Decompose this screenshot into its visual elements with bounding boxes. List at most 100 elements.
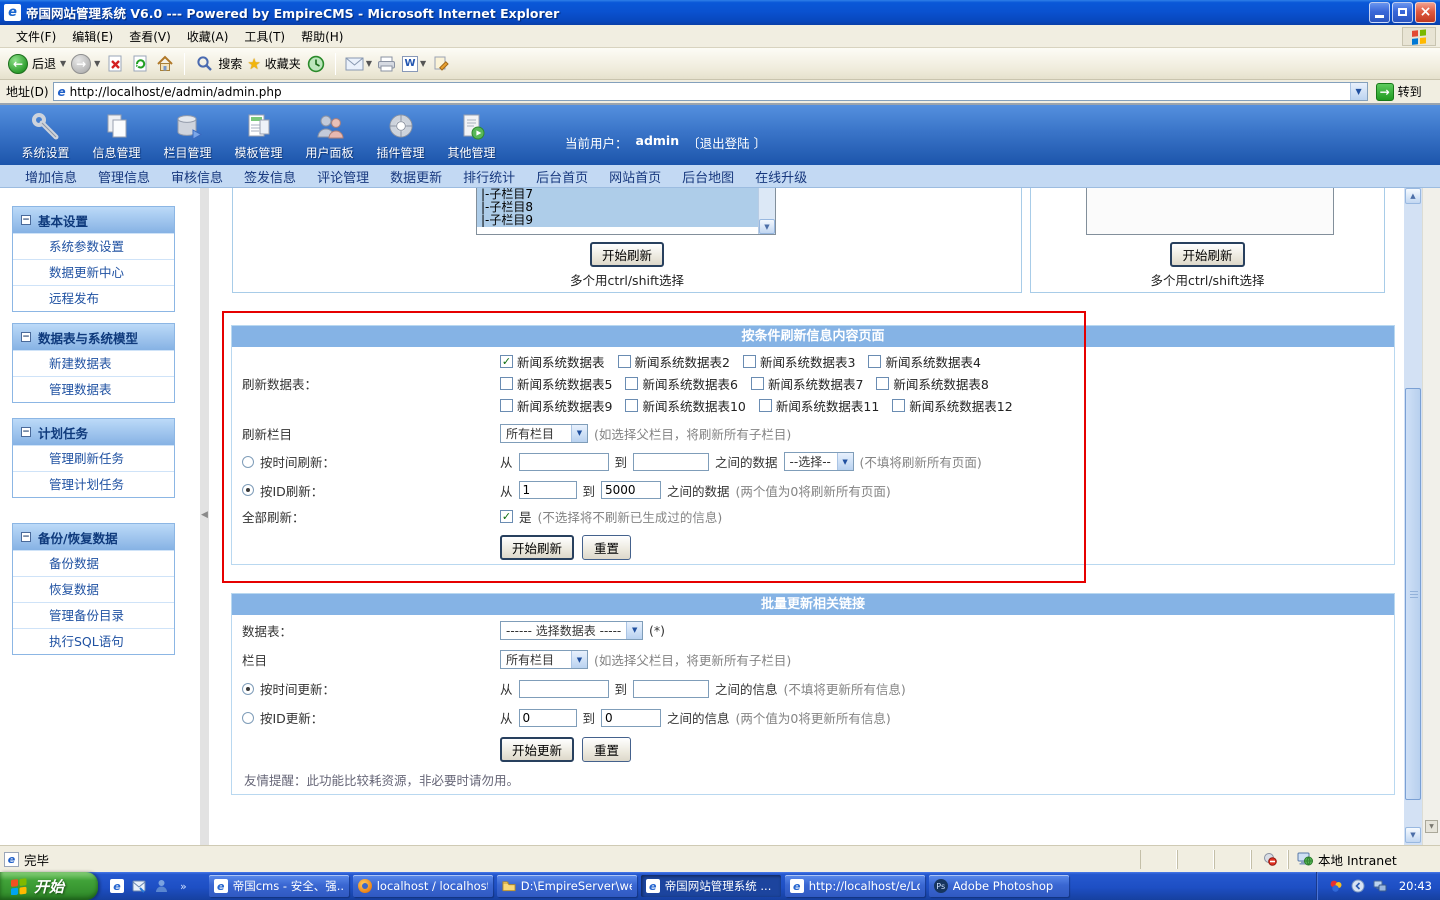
favorites-button[interactable]: ★ 收藏夹	[247, 55, 300, 73]
collapse-icon[interactable]: −	[21, 215, 31, 225]
sidebar-item-manage-refresh-task[interactable]: 管理刷新任务	[13, 445, 174, 471]
scrollbar-thumb[interactable]	[1405, 388, 1421, 800]
chevron-down-icon[interactable]: ▼	[571, 425, 587, 442]
submenu-manage-info[interactable]: 管理信息	[98, 167, 150, 186]
nav-column-management[interactable]: 栏目管理	[152, 111, 223, 161]
tray-network-icon[interactable]	[1373, 879, 1387, 893]
table-checkbox[interactable]	[759, 399, 772, 412]
table-select[interactable]: ------ 选择数据表 ----- ▼	[500, 621, 643, 640]
messenger-button[interactable]	[431, 54, 451, 74]
time-from-input[interactable]	[519, 453, 609, 471]
quick-launch-overflow[interactable]: »	[180, 880, 187, 893]
submenu-admin-home[interactable]: 后台首页	[536, 167, 588, 186]
nav-other-management[interactable]: 其他管理	[436, 111, 507, 161]
id-to-input[interactable]	[601, 709, 661, 727]
sidebar-item-remote-publish[interactable]: 远程发布	[13, 285, 174, 311]
sidebar-item-new-table[interactable]: 新建数据表	[13, 350, 174, 376]
tray-language-icon[interactable]	[1351, 879, 1365, 893]
start-refresh-button[interactable]: 开始刷新	[500, 535, 574, 560]
sidebar-item-manage-backup-dir[interactable]: 管理备份目录	[13, 602, 174, 628]
nav-system-settings[interactable]: 系统设置	[10, 111, 81, 161]
sidebar-item-manage-table[interactable]: 管理数据表	[13, 376, 174, 402]
table-checkbox[interactable]	[892, 399, 905, 412]
table-checkbox[interactable]	[868, 355, 881, 368]
quick-ie-icon[interactable]: e	[110, 879, 124, 893]
taskbar-window-3[interactable]: D:\EmpireServer\web...	[497, 875, 637, 897]
start-refresh-button[interactable]: 开始刷新	[590, 242, 664, 267]
sidebar-item-backup-data[interactable]: 备份数据	[13, 550, 174, 576]
collapse-icon[interactable]: −	[21, 332, 31, 342]
submenu-add-info[interactable]: 增加信息	[25, 167, 77, 186]
forward-dropdown-icon[interactable]: ▼	[94, 59, 100, 68]
table-checkbox[interactable]	[625, 377, 638, 390]
chevron-down-icon[interactable]: ▼	[837, 453, 853, 470]
nav-user-panel[interactable]: 用户面板	[294, 111, 365, 161]
submenu-review-info[interactable]: 审核信息	[171, 167, 223, 186]
scroll-down-icon[interactable]: ▼	[759, 219, 775, 234]
reset-button[interactable]: 重置	[582, 737, 631, 762]
submenu-site-home[interactable]: 网站首页	[609, 167, 661, 186]
time-field-select[interactable]: --选择-- ▼	[784, 452, 854, 471]
quick-msn-icon[interactable]	[154, 879, 168, 893]
sidebar-item-exec-sql[interactable]: 执行SQL语句	[13, 628, 174, 654]
logout-link[interactable]: 〔退出登陆 〕	[687, 133, 766, 152]
columns-listbox[interactable]: |-子栏目7 |-子栏目8 |-子栏目9 ▼	[476, 188, 776, 235]
listbox-scrollbar[interactable]: ▼	[758, 188, 775, 234]
sidebar-group-basic-header[interactable]: − 基本设置	[13, 207, 174, 233]
restore-button[interactable]	[1392, 2, 1413, 23]
table-checkbox[interactable]	[876, 377, 889, 390]
taskbar-window-5[interactable]: e http://localhost/e/Lo...	[785, 875, 925, 897]
id-from-input[interactable]	[519, 709, 577, 727]
edit-with-word-button[interactable]: W ▼	[402, 56, 426, 72]
address-dropdown-icon[interactable]: ▼	[1350, 83, 1367, 100]
submenu-admin-map[interactable]: 后台地图	[682, 167, 734, 186]
scroll-down-icon[interactable]: ▼	[1425, 820, 1438, 833]
table-checkbox[interactable]	[500, 377, 513, 390]
reset-button[interactable]: 重置	[582, 535, 631, 560]
sidebar-item-restore-data[interactable]: 恢复数据	[13, 576, 174, 602]
home-button[interactable]	[155, 54, 175, 74]
refresh-button[interactable]	[130, 54, 150, 74]
submenu-sign-info[interactable]: 签发信息	[244, 167, 296, 186]
print-button[interactable]	[377, 54, 397, 74]
start-button[interactable]: 开始	[0, 872, 98, 900]
id-to-input[interactable]	[601, 481, 661, 499]
list-item[interactable]: |-子栏目9	[477, 214, 775, 227]
columns-select[interactable]: 所有栏目 ▼	[500, 650, 588, 669]
chevron-down-icon[interactable]: ▼	[571, 651, 587, 668]
id-from-input[interactable]	[519, 481, 577, 499]
chevron-down-icon[interactable]: ▼	[626, 622, 642, 639]
nav-info-management[interactable]: 信息管理	[81, 111, 152, 161]
menu-help[interactable]: 帮助(H)	[293, 26, 351, 47]
search-button[interactable]: 搜索	[194, 54, 242, 74]
address-input[interactable]	[70, 84, 1350, 99]
refresh-all-checkbox[interactable]: ✓	[500, 510, 513, 523]
sidebar-splitter[interactable]: ◀	[200, 188, 209, 845]
table-checkbox[interactable]	[500, 399, 513, 412]
back-button[interactable]: ← 后退 ▼	[8, 54, 66, 74]
stop-button[interactable]	[105, 54, 125, 74]
by-time-radio[interactable]	[242, 456, 254, 468]
by-id-radio[interactable]	[242, 484, 254, 496]
tray-app-icon[interactable]	[1329, 879, 1343, 893]
collapse-icon[interactable]: −	[21, 427, 31, 437]
time-to-input[interactable]	[633, 680, 709, 698]
back-dropdown-icon[interactable]: ▼	[60, 59, 66, 68]
minimize-button[interactable]	[1369, 2, 1390, 23]
mail-button[interactable]: ▼	[345, 57, 372, 71]
sidebar-group-tasks-header[interactable]: − 计划任务	[13, 419, 174, 445]
scroll-down-icon[interactable]: ▼	[1405, 827, 1421, 843]
start-refresh-button[interactable]: 开始刷新	[1170, 242, 1244, 267]
nav-plugin-management[interactable]: 插件管理	[365, 111, 436, 161]
start-update-button[interactable]: 开始更新	[500, 737, 574, 762]
sidebar-group-backup-header[interactable]: − 备份/恢复数据	[13, 524, 174, 550]
table-checkbox[interactable]	[743, 355, 756, 368]
quick-outlook-icon[interactable]	[132, 879, 146, 893]
time-from-input[interactable]	[519, 680, 609, 698]
sidebar-item-system-params[interactable]: 系统参数设置	[13, 233, 174, 259]
go-button[interactable]: → 转到	[1372, 83, 1426, 101]
menu-edit[interactable]: 编辑(E)	[64, 26, 121, 47]
page-scrollbar[interactable]: ▲ ▼	[1404, 188, 1422, 845]
close-button[interactable]: ×	[1415, 2, 1436, 23]
collapse-icon[interactable]: −	[21, 532, 31, 542]
